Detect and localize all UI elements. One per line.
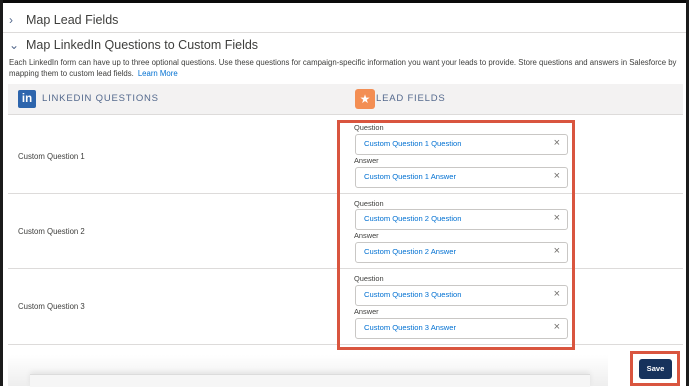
map-lead-fields-section[interactable]: › Map Lead Fields	[3, 8, 686, 33]
linkedin-question-label: Custom Question 2	[18, 227, 85, 236]
linkedin-icon: in	[18, 90, 36, 108]
frame-left-edge	[0, 0, 3, 386]
chevron-right-icon: ›	[9, 13, 13, 27]
learn-more-link[interactable]: Learn More	[138, 69, 178, 78]
window-top-edge	[0, 0, 689, 3]
footer-card	[30, 374, 590, 387]
description-text: Each LinkedIn form can have up to three …	[9, 58, 677, 78]
map-linkedin-questions-section[interactable]: ⌄ Map LinkedIn Questions to Custom Field…	[3, 34, 686, 56]
section-description: Each LinkedIn form can have up to three …	[9, 57, 681, 79]
mapping-table-header: in LINKEDIN QUESTIONS ★ LEAD FIELDS	[8, 84, 683, 115]
linkedin-questions-header: LINKEDIN QUESTIONS	[42, 93, 159, 104]
lead-fields-highlight-box	[337, 120, 575, 350]
save-button[interactable]: Save	[639, 359, 672, 379]
linkedin-question-label: Custom Question 3	[18, 302, 85, 311]
map-linkedin-questions-title: Map LinkedIn Questions to Custom Fields	[26, 38, 259, 52]
linkedin-question-label: Custom Question 1	[18, 152, 85, 161]
map-lead-fields-title: Map Lead Fields	[26, 13, 119, 27]
lead-star-icon: ★	[355, 89, 375, 109]
chevron-down-icon: ⌄	[9, 38, 20, 52]
lead-fields-header: LEAD FIELDS	[376, 93, 446, 104]
